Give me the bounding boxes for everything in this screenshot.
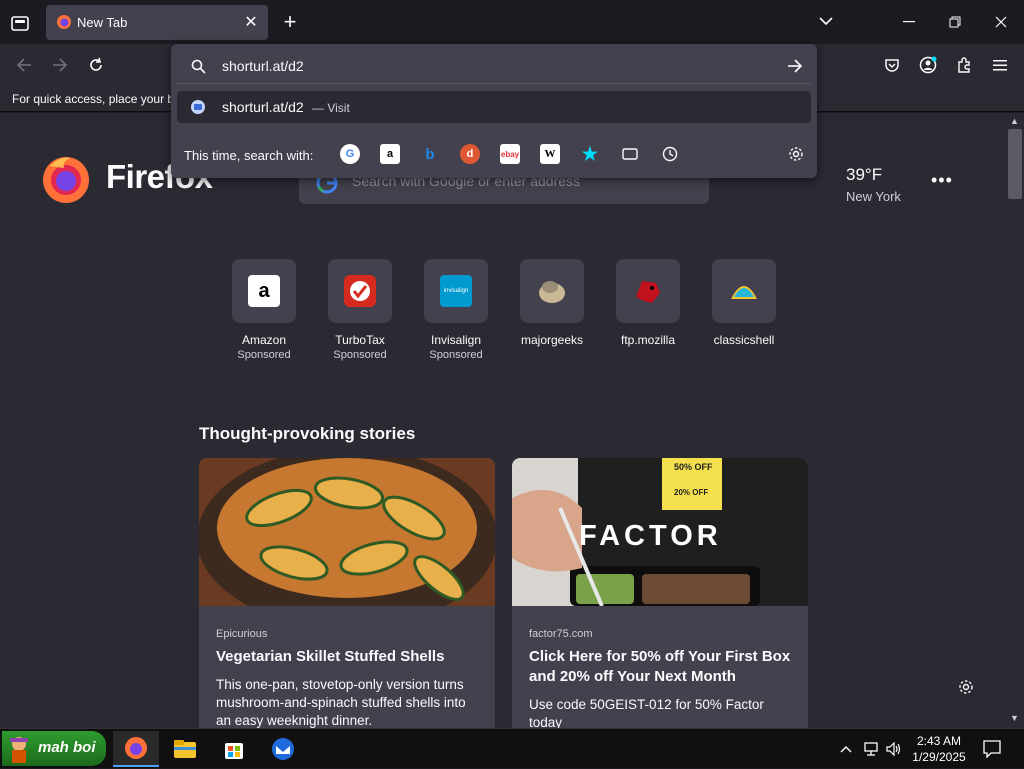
bing-icon[interactable]: b — [420, 144, 440, 164]
minimize-icon[interactable] — [886, 0, 932, 44]
url-suggestion-row[interactable]: shorturl.at/d2 — Visit — [177, 91, 811, 123]
close-window-icon[interactable] — [978, 0, 1024, 44]
story-description: Use code 50GEIST-012 for 50% Factor toda… — [529, 697, 764, 730]
suggestion-action: — Visit — [312, 101, 350, 115]
tab-new-tab[interactable]: New Tab ✕ — [46, 5, 268, 40]
shortcut-majorgeeks[interactable] — [520, 259, 584, 323]
factor-promo-2: 20% OFF — [674, 488, 709, 497]
pocket-icon[interactable] — [877, 50, 907, 80]
stuffed-shells-image — [199, 458, 495, 628]
weather-temperature[interactable]: 39°F — [846, 165, 882, 185]
extensions-icon[interactable] — [949, 50, 979, 80]
wikipedia-icon[interactable]: W — [540, 144, 560, 164]
shortcut-label: TurboTax — [335, 333, 385, 347]
amazon-icon[interactable]: a — [380, 144, 400, 164]
urlbar-dropdown: shorturl.at/d2 shorturl.at/d2 — Visit Th… — [171, 44, 817, 178]
start-label: mah boi — [38, 739, 96, 756]
reload-icon[interactable] — [81, 50, 111, 80]
taskbar-thunderbird-icon[interactable] — [260, 731, 306, 767]
taskbar-store-icon[interactable] — [211, 731, 257, 767]
page-scrollbar[interactable]: ▲ ▼ — [1006, 113, 1024, 728]
weather-menu-icon[interactable]: ••• — [931, 170, 953, 191]
search-engines-row: This time, search with: G a b d ebay W ★ — [171, 136, 817, 172]
close-tab-icon[interactable]: ✕ — [242, 12, 260, 32]
clock[interactable]: 2:43 AM 1/29/2025 — [906, 733, 972, 765]
shortcut-turbotax[interactable] — [328, 259, 392, 323]
amazon-logo-icon: a — [248, 275, 280, 307]
story-title: Click Here for 50% off Your First Box an… — [529, 648, 791, 685]
customize-gear-icon[interactable] — [956, 677, 976, 697]
globe-favicon-icon — [190, 99, 206, 115]
factor-wordmark: FACTOR — [579, 520, 722, 552]
story-card-sponsored[interactable]: FACTOR 50% OFF 20% OFF factor75.com Clic… — [512, 458, 808, 748]
shortcut-label: ftp.mozilla — [620, 333, 676, 347]
shortcut-label: majorgeeks — [520, 333, 584, 347]
shortcut-label: classicshell — [713, 333, 775, 347]
start-character-icon — [4, 734, 34, 764]
new-tab-button[interactable]: + — [278, 9, 302, 34]
stories-heading: Thought-provoking stories — [199, 424, 416, 443]
taskbar-file-explorer-icon[interactable] — [162, 731, 208, 767]
history-icon[interactable] — [660, 144, 680, 164]
restore-icon[interactable] — [932, 0, 978, 44]
classicshell-logo-icon — [728, 275, 760, 307]
scroll-down-icon[interactable]: ▼ — [1010, 713, 1019, 723]
google-icon[interactable]: G — [340, 144, 360, 164]
story-source: Epicurious — [216, 628, 268, 640]
shortcut-label: Invisalign — [430, 333, 482, 347]
forward-icon[interactable] — [45, 50, 75, 80]
clock-time: 2:43 AM — [916, 734, 962, 748]
mozilla-dino-icon — [632, 275, 664, 307]
url-typed-text: shorturl.at/d2 — [222, 58, 304, 74]
weather-city: New York — [846, 189, 901, 204]
factor-promo-1: 50% OFF — [674, 462, 713, 472]
story-card[interactable]: Epicurious Vegetarian Skillet Stuffed Sh… — [199, 458, 495, 748]
story-title: Vegetarian Skillet Stuffed Shells — [216, 648, 445, 665]
majorgeeks-logo-icon — [536, 275, 568, 307]
invisalign-logo-icon: invisalign — [440, 275, 472, 307]
search-icon — [189, 57, 207, 75]
sponsored-label: Sponsored — [429, 349, 483, 361]
turbotax-logo-icon — [344, 275, 376, 307]
url-input[interactable]: shorturl.at/d2 — [177, 48, 811, 84]
shortcut-label: Amazon — [241, 333, 287, 347]
notifications-icon[interactable] — [980, 737, 1004, 761]
shortcut-classicshell[interactable] — [712, 259, 776, 323]
shortcut-ftp-mozilla[interactable] — [616, 259, 680, 323]
bookmarks-star-icon[interactable]: ★ — [580, 144, 600, 164]
ebay-icon[interactable]: ebay — [500, 144, 520, 164]
show-hidden-icons-icon[interactable] — [836, 739, 856, 759]
network-icon[interactable] — [861, 739, 881, 759]
firefox-logo-icon — [40, 152, 92, 204]
tab-strip: New Tab ✕ + — [0, 0, 1024, 44]
clock-date: 1/29/2025 — [912, 750, 966, 764]
firefox-view-icon[interactable] — [6, 10, 34, 36]
list-all-tabs-icon[interactable] — [812, 8, 840, 34]
tabs-icon[interactable] — [620, 144, 640, 164]
tab-title: New Tab — [77, 15, 128, 30]
taskbar: mah boi 2:43 AM 1/29/2025 — [0, 728, 1024, 768]
app-menu-icon[interactable] — [985, 50, 1015, 80]
volume-icon[interactable] — [884, 739, 904, 759]
scroll-thumb[interactable] — [1008, 129, 1022, 199]
back-icon[interactable] — [9, 50, 39, 80]
story-source: factor75.com — [529, 628, 593, 640]
sponsored-label: Sponsored — [333, 349, 387, 361]
taskbar-firefox-icon[interactable] — [113, 731, 159, 767]
scroll-up-icon[interactable]: ▲ — [1010, 116, 1019, 126]
account-icon[interactable] — [913, 50, 943, 80]
shortcut-amazon[interactable]: a — [232, 259, 296, 323]
search-with-label: This time, search with: — [184, 148, 314, 163]
suggestion-url: shorturl.at/d2 — [222, 99, 304, 115]
duckduckgo-icon[interactable]: d — [460, 144, 480, 164]
firefox-favicon-icon — [56, 14, 72, 30]
factor-meal-image: FACTOR 50% OFF 20% OFF — [512, 458, 808, 607]
sponsored-label: Sponsored — [237, 349, 291, 361]
story-description: This one-pan, stovetop-only version turn… — [216, 677, 466, 728]
go-arrow-icon[interactable] — [785, 56, 805, 76]
shortcut-invisalign[interactable]: invisalign — [424, 259, 488, 323]
search-settings-gear-icon[interactable] — [786, 144, 806, 164]
start-button[interactable]: mah boi — [2, 731, 106, 766]
bookmarks-hint: For quick access, place your bo — [12, 92, 181, 106]
